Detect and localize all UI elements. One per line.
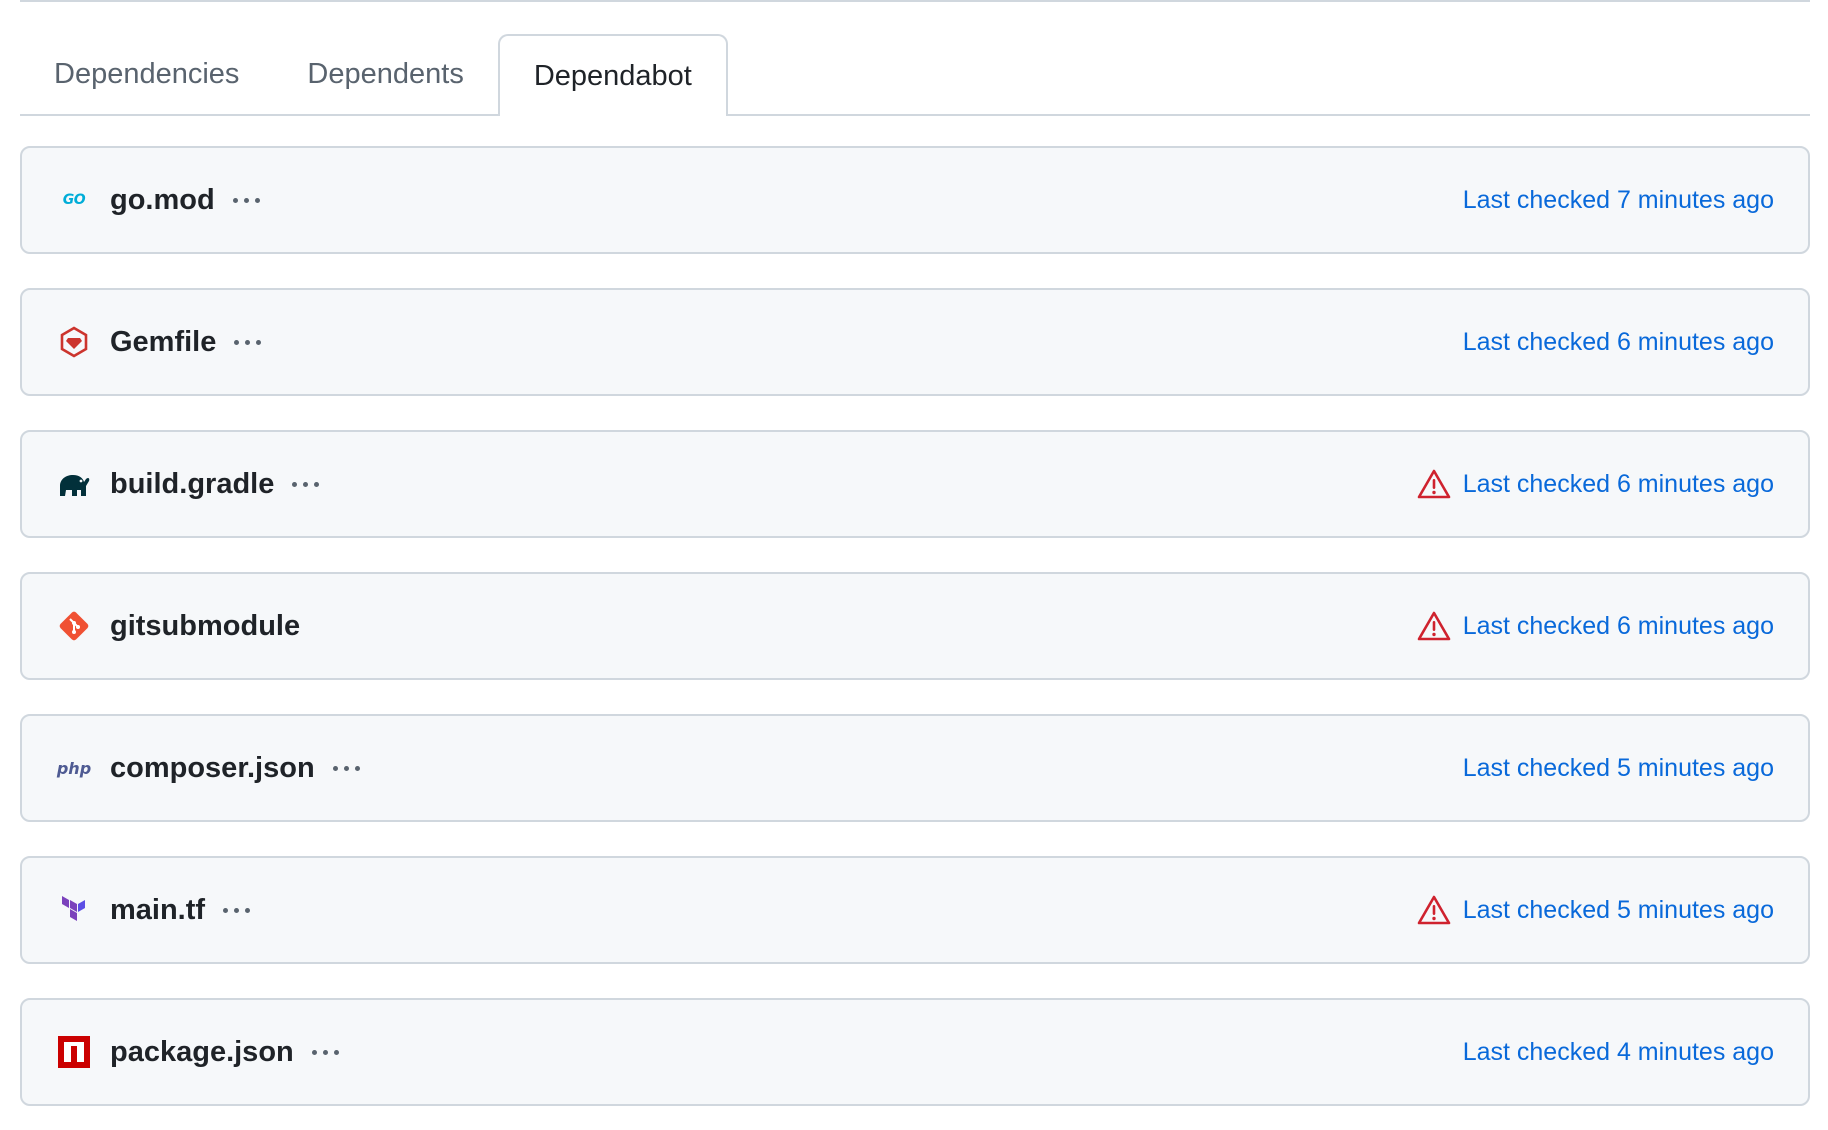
manifest-status: Last checked 7 minutes ago (1463, 186, 1774, 215)
manifest-status: Last checked 5 minutes ago (1463, 754, 1774, 783)
more-options-button[interactable] (329, 753, 364, 783)
gradle-elephant-icon (56, 466, 92, 502)
manifest-row: GO go.mod Last checked 7 minutes ago (20, 146, 1810, 254)
manifest-row: php composer.json Last checked 5 minutes… (20, 714, 1810, 822)
php-icon: php (56, 758, 92, 778)
manifest-name[interactable]: build.gradle (110, 468, 274, 501)
last-checked-link[interactable]: Last checked 6 minutes ago (1463, 470, 1774, 499)
alert-icon (1417, 467, 1451, 501)
go-icon: GO (62, 192, 86, 208)
manifest-row: package.json Last checked 4 minutes ago (20, 998, 1810, 1106)
alert-icon (1417, 893, 1451, 927)
ruby-gem-icon (56, 324, 92, 360)
last-checked-link[interactable]: Last checked 7 minutes ago (1463, 186, 1774, 215)
last-checked-link[interactable]: Last checked 5 minutes ago (1463, 754, 1774, 783)
manifest-status: Last checked 6 minutes ago (1417, 467, 1774, 501)
last-checked-link[interactable]: Last checked 6 minutes ago (1463, 328, 1774, 357)
npm-icon (56, 1034, 92, 1070)
manifest-name[interactable]: Gemfile (110, 326, 216, 359)
dependency-graph-page: Dependencies Dependents Dependabot GO go… (0, 0, 1828, 1130)
alert-icon (1417, 609, 1451, 643)
manifest-row: main.tf Last checked 5 minutes ago (20, 856, 1810, 964)
more-options-button[interactable] (308, 1037, 343, 1067)
top-divider (20, 0, 1810, 2)
git-icon (56, 608, 92, 644)
manifest-row: build.gradle Last checked 6 minutes ago (20, 430, 1810, 538)
terraform-icon (56, 892, 92, 928)
tab-dependents[interactable]: Dependents (273, 34, 497, 114)
more-options-button[interactable] (288, 469, 323, 499)
more-options-button[interactable] (229, 185, 264, 215)
tab-dependabot[interactable]: Dependabot (497, 34, 728, 116)
manifest-status: Last checked 5 minutes ago (1417, 893, 1774, 927)
more-options-button[interactable] (230, 327, 265, 357)
more-options-button[interactable] (219, 895, 254, 925)
manifest-name[interactable]: gitsubmodule (110, 610, 300, 643)
manifest-status: Last checked 6 minutes ago (1417, 609, 1774, 643)
manifest-row: gitsubmodule Last checked 6 minutes ago (20, 572, 1810, 680)
manifest-name[interactable]: go.mod (110, 184, 215, 217)
manifest-status: Last checked 4 minutes ago (1463, 1038, 1774, 1067)
last-checked-link[interactable]: Last checked 6 minutes ago (1463, 612, 1774, 641)
tab-dependencies[interactable]: Dependencies (20, 34, 273, 114)
manifest-row: Gemfile Last checked 6 minutes ago (20, 288, 1810, 396)
manifest-name[interactable]: package.json (110, 1036, 294, 1069)
manifest-name[interactable]: main.tf (110, 894, 205, 927)
manifest-name[interactable]: composer.json (110, 752, 315, 785)
last-checked-link[interactable]: Last checked 4 minutes ago (1463, 1038, 1774, 1067)
manifest-list: GO go.mod Last checked 7 minutes ago Gem… (20, 146, 1810, 1130)
manifest-status: Last checked 6 minutes ago (1463, 328, 1774, 357)
last-checked-link[interactable]: Last checked 5 minutes ago (1463, 896, 1774, 925)
dependency-tabs: Dependencies Dependents Dependabot (20, 34, 1810, 116)
